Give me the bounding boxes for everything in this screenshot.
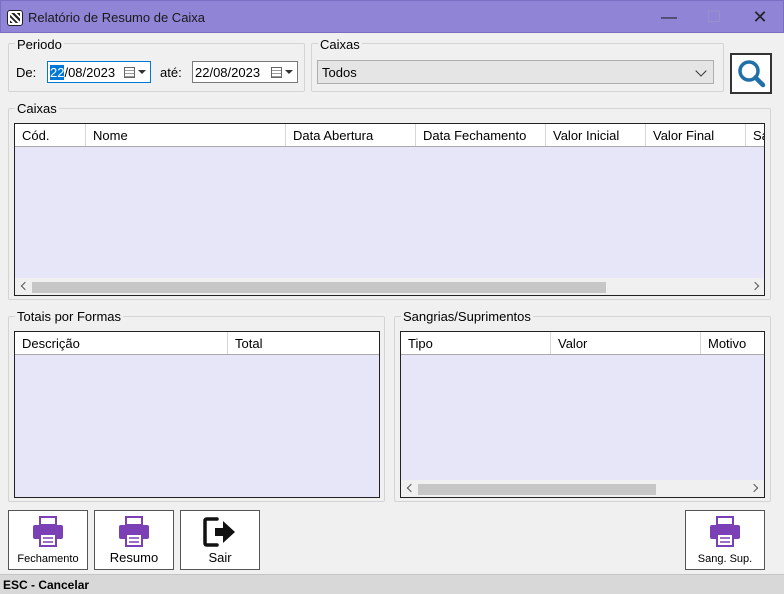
sair-button[interactable]: Sair: [180, 510, 260, 570]
scrollbar-thumb[interactable]: [32, 282, 606, 293]
to-label: até:: [160, 65, 182, 80]
minimize-button[interactable]: —: [647, 1, 691, 34]
search-icon: [738, 60, 766, 88]
sair-label: Sair: [208, 550, 232, 565]
title-bar: Relatório de Resumo de Caixa — ☐ ✕: [0, 0, 784, 33]
sangrias-table[interactable]: Tipo Valor Motivo: [400, 331, 765, 498]
from-label: De:: [16, 65, 37, 80]
scrollbar-thumb[interactable]: [418, 484, 656, 495]
caixas-grid-legend: Caixas: [15, 101, 59, 116]
exit-icon: [203, 516, 237, 551]
caixas-select-value: Todos: [322, 65, 357, 80]
scroll-right-icon[interactable]: [750, 281, 760, 291]
to-date-value: 22/08/2023: [195, 65, 261, 80]
sangrias-legend: Sangrias/Suprimentos: [401, 309, 533, 324]
column-header-valor[interactable]: Valor: [551, 332, 701, 354]
column-header-cod[interactable]: Cód.: [15, 124, 86, 146]
totais-table-header: Descrição Total: [15, 332, 379, 355]
caixas-filter-legend: Caixas: [318, 37, 362, 52]
to-date-picker[interactable]: 22/08/2023: [192, 61, 298, 83]
app-icon: [7, 10, 23, 26]
column-header-data-fechamento[interactable]: Data Fechamento: [416, 124, 546, 146]
column-header-motivo[interactable]: Motivo: [701, 332, 764, 354]
column-header-saldo[interactable]: Sa: [746, 124, 764, 146]
column-header-total[interactable]: Total: [228, 332, 379, 354]
scroll-left-icon[interactable]: [20, 281, 30, 291]
fechamento-button[interactable]: Fechamento: [8, 510, 88, 570]
status-bar: ESC - Cancelar: [0, 574, 784, 594]
sang-sup-button[interactable]: Sang. Sup.: [685, 510, 765, 570]
scroll-right-icon[interactable]: [749, 483, 759, 493]
resumo-button[interactable]: Resumo: [94, 510, 174, 570]
maximize-button[interactable]: ☐: [692, 1, 736, 34]
search-button[interactable]: [730, 53, 772, 94]
totais-legend: Totais por Formas: [15, 309, 124, 324]
horizontal-scrollbar[interactable]: [15, 278, 764, 295]
printer-icon: [708, 516, 742, 551]
column-header-valor-inicial[interactable]: Valor Inicial: [546, 124, 646, 146]
caixas-table[interactable]: Cód. Nome Data Abertura Data Fechamento …: [14, 123, 765, 296]
sang-sup-label: Sang. Sup.: [697, 553, 753, 565]
status-text: ESC - Cancelar: [3, 578, 90, 592]
printer-icon: [31, 516, 65, 551]
column-header-nome[interactable]: Nome: [86, 124, 286, 146]
column-header-data-abertura[interactable]: Data Abertura: [286, 124, 416, 146]
scroll-left-icon[interactable]: [406, 483, 416, 493]
resumo-label: Resumo: [109, 550, 159, 565]
window-title: Relatório de Resumo de Caixa: [28, 10, 206, 25]
calendar-dropdown-icon[interactable]: [124, 66, 146, 79]
horizontal-scrollbar[interactable]: [401, 480, 764, 497]
chevron-down-icon: [695, 65, 707, 77]
totais-table[interactable]: Descrição Total: [14, 331, 380, 498]
column-header-descricao[interactable]: Descrição: [15, 332, 228, 354]
printer-icon: [117, 516, 151, 551]
caixas-select[interactable]: Todos: [317, 60, 714, 84]
column-header-valor-final[interactable]: Valor Final: [646, 124, 746, 146]
from-date-picker[interactable]: 22/08/2023: [47, 61, 151, 83]
sangrias-table-header: Tipo Valor Motivo: [401, 332, 764, 355]
column-header-tipo[interactable]: Tipo: [401, 332, 551, 354]
calendar-dropdown-icon[interactable]: [271, 66, 293, 79]
from-date-rest: /08/2023: [64, 65, 116, 80]
close-button[interactable]: ✕: [738, 1, 782, 34]
from-date-selected-day: 22: [50, 65, 65, 80]
period-legend: Periodo: [15, 37, 64, 52]
fechamento-label: Fechamento: [17, 553, 79, 565]
caixas-table-header: Cód. Nome Data Abertura Data Fechamento …: [15, 124, 764, 147]
